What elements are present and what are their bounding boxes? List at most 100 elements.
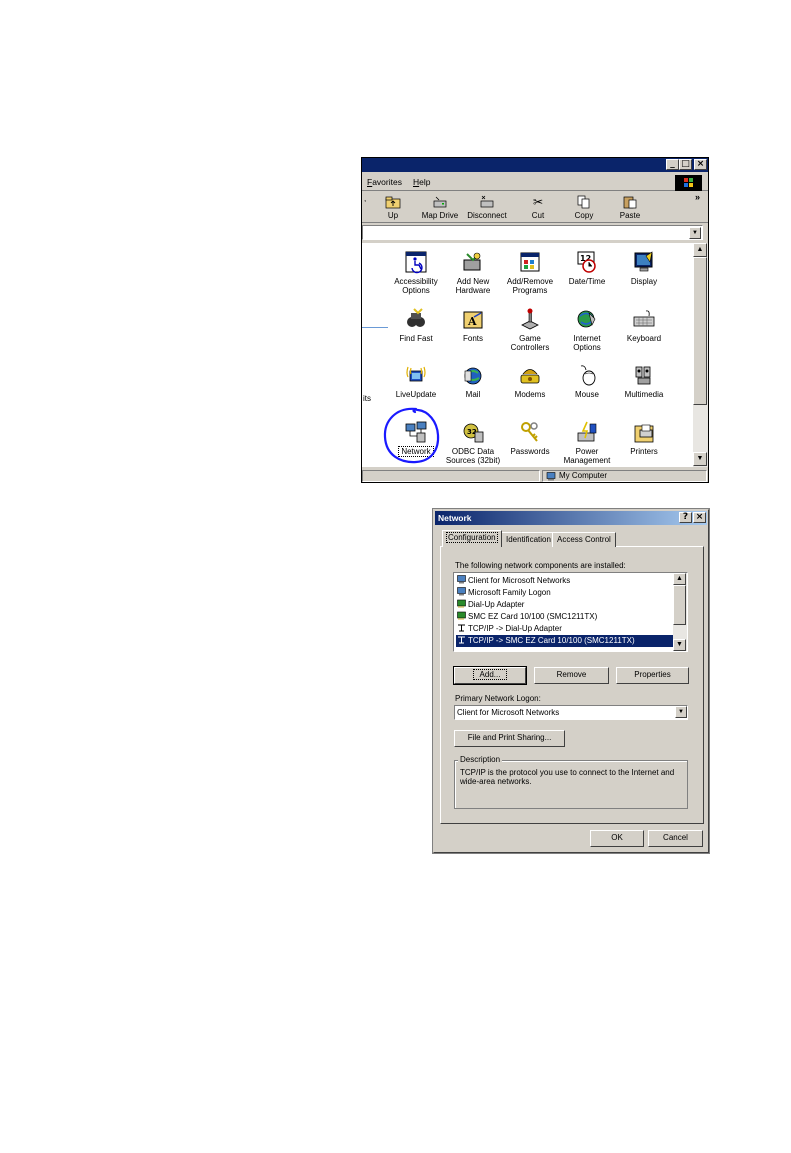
- toolbar-disconnect-button[interactable]: Disconnect: [465, 194, 509, 222]
- close-button[interactable]: ×: [694, 159, 707, 170]
- cp-item-game-controllers[interactable]: Game Controllers: [499, 306, 561, 360]
- maximize-button[interactable]: □: [679, 159, 692, 170]
- tab-configuration[interactable]: Configuration: [442, 530, 502, 547]
- scroll-up-icon: ▲: [696, 246, 704, 253]
- keyboard-icon: [631, 306, 657, 332]
- cp-item-mail[interactable]: Mail: [442, 362, 504, 416]
- components-scrollbar[interactable]: ▲ ▼: [673, 573, 687, 651]
- cp-item-date-time[interactable]: 12 Date/Time: [556, 249, 618, 303]
- passwords-icon: [517, 419, 543, 445]
- primary-logon-value: Client for Microsoft Networks: [457, 708, 560, 717]
- description-text: TCP/IP is the protocol you use to connec…: [460, 768, 675, 786]
- add-button[interactable]: Add...: [453, 666, 527, 685]
- toolbar-paste-label: Paste: [619, 211, 641, 220]
- toolbar-paste-button[interactable]: Paste: [608, 194, 652, 222]
- list-scroll-thumb[interactable]: [673, 585, 686, 625]
- list-item-text: SMC EZ Card 10/100 (SMC1211TX): [468, 612, 598, 621]
- minimize-button[interactable]: _: [666, 159, 679, 170]
- cp-item-label: Multimedia: [624, 390, 664, 399]
- cp-item-add-remove-programs[interactable]: Add/Remove Programs: [499, 249, 561, 303]
- toolbar-map-drive-button[interactable]: Map Drive: [418, 194, 462, 222]
- tab-identification[interactable]: Identification: [501, 532, 556, 547]
- help-icon: ?: [682, 512, 689, 522]
- components-list[interactable]: Client for Microsoft Networks Microsoft …: [453, 572, 688, 652]
- toolbar-copy-label: Copy: [574, 211, 594, 220]
- control-panel-titlebar[interactable]: _ □ ×: [362, 158, 708, 172]
- menu-help[interactable]: Help: [413, 177, 430, 187]
- cp-item-odbc-data-sources[interactable]: 32 ODBC Data Sources (32bit): [442, 419, 504, 473]
- my-computer-icon: [546, 472, 556, 482]
- list-item[interactable]: TCP/IP -> Dial-Up Adapter: [456, 623, 674, 635]
- toolbar-up-label: Up: [387, 211, 399, 220]
- list-item-text: TCP/IP -> SMC EZ Card 10/100 (SMC1211TX): [468, 636, 635, 645]
- scroll-up-button[interactable]: ▲: [693, 243, 707, 257]
- toolbar-cut-button[interactable]: ✂ Cut: [516, 194, 560, 222]
- up-folder-icon: [385, 195, 401, 209]
- cp-item-add-new-hardware[interactable]: Add New Hardware: [442, 249, 504, 303]
- dropdown-arrow-icon: ▼: [678, 709, 684, 715]
- help-button[interactable]: ?: [679, 512, 692, 523]
- primary-logon-select[interactable]: Client for Microsoft Networks ▼: [454, 705, 688, 720]
- cp-item-multimedia[interactable]: Multimedia: [613, 362, 675, 416]
- properties-button[interactable]: Properties: [616, 667, 689, 684]
- list-item[interactable]: Client for Microsoft Networks: [456, 575, 674, 587]
- close-icon: ×: [695, 512, 704, 522]
- list-item-text: Client for Microsoft Networks: [468, 576, 571, 585]
- cp-item-mouse[interactable]: Mouse: [556, 362, 618, 416]
- liveupdate-icon: [403, 362, 429, 388]
- list-scroll-down-button[interactable]: ▼: [673, 639, 686, 651]
- client-icon: [456, 575, 466, 584]
- cp-item-keyboard[interactable]: Keyboard: [613, 306, 675, 360]
- components-label: The following network components are ins…: [455, 561, 626, 570]
- add-hardware-icon: [460, 249, 486, 275]
- toolbar-copy-button[interactable]: Copy: [562, 194, 606, 222]
- power-management-icon: [574, 419, 600, 445]
- cp-item-power-management[interactable]: Power Management: [556, 419, 618, 473]
- file-print-sharing-button[interactable]: File and Print Sharing...: [454, 730, 565, 747]
- address-input[interactable]: ▼: [362, 225, 703, 240]
- cp-item-printers[interactable]: Printers: [613, 419, 675, 473]
- protocol-icon: [456, 635, 466, 644]
- status-text: My Computer: [559, 471, 608, 480]
- game-controllers-icon: [517, 306, 543, 332]
- scroll-down-button[interactable]: ▼: [693, 452, 707, 466]
- list-item-selected[interactable]: TCP/IP -> SMC EZ Card 10/100 (SMC1211TX): [456, 635, 674, 647]
- mouse-icon: [574, 362, 600, 388]
- primary-logon-dropdown-button[interactable]: ▼: [675, 706, 687, 718]
- network-dialog: Network ? × Configuration Identification…: [432, 508, 710, 854]
- cp-item-fonts[interactable]: A Fonts: [442, 306, 504, 360]
- tab-access-control[interactable]: Access Control: [552, 532, 616, 547]
- list-item[interactable]: SMC EZ Card 10/100 (SMC1211TX): [456, 611, 674, 623]
- list-item[interactable]: Dial-Up Adapter: [456, 599, 674, 611]
- network-titlebar[interactable]: Network ? ×: [435, 511, 707, 525]
- list-scroll-up-button[interactable]: ▲: [673, 573, 686, 585]
- content-scrollbar[interactable]: ▲ ▼: [693, 243, 708, 467]
- add-remove-programs-icon: [517, 249, 543, 275]
- cp-item-find-fast[interactable]: Find Fast: [385, 306, 447, 360]
- scroll-thumb[interactable]: [693, 257, 707, 405]
- address-dropdown-button[interactable]: ▼: [689, 227, 701, 239]
- cp-item-passwords[interactable]: Passwords: [499, 419, 561, 473]
- cp-item-modems[interactable]: Modems: [499, 362, 561, 416]
- multimedia-icon: [631, 362, 657, 388]
- menu-favorites[interactable]: Favorites: [367, 177, 402, 187]
- client-icon: [456, 587, 466, 596]
- toolbar-up-button[interactable]: Up: [371, 194, 415, 222]
- cp-item-display[interactable]: Display: [613, 249, 675, 303]
- description-label: Description: [458, 755, 503, 764]
- toolbar-map-drive-label: Map Drive: [421, 211, 459, 220]
- remove-button[interactable]: Remove: [534, 667, 609, 684]
- remove-button-label: Remove: [556, 670, 587, 679]
- cancel-button[interactable]: Cancel: [648, 830, 703, 847]
- cp-item-accessibility-options[interactable]: Accessibility Options: [385, 249, 447, 303]
- cp-item-internet-options[interactable]: Internet Options: [556, 306, 618, 360]
- toolbar-chevron-icon[interactable]: »: [695, 192, 700, 202]
- ok-button[interactable]: OK: [590, 830, 644, 847]
- properties-button-label: Properties: [634, 670, 671, 679]
- dialog-close-button[interactable]: ×: [693, 512, 706, 523]
- dropdown-arrow-icon: ▼: [692, 230, 698, 236]
- toolbar: , Up Map Drive Disconnect ✂ Cut Copy Pas…: [362, 192, 708, 223]
- mail-icon: [460, 362, 486, 388]
- list-item-text: Microsoft Family Logon: [468, 588, 551, 597]
- list-item[interactable]: Microsoft Family Logon: [456, 587, 674, 599]
